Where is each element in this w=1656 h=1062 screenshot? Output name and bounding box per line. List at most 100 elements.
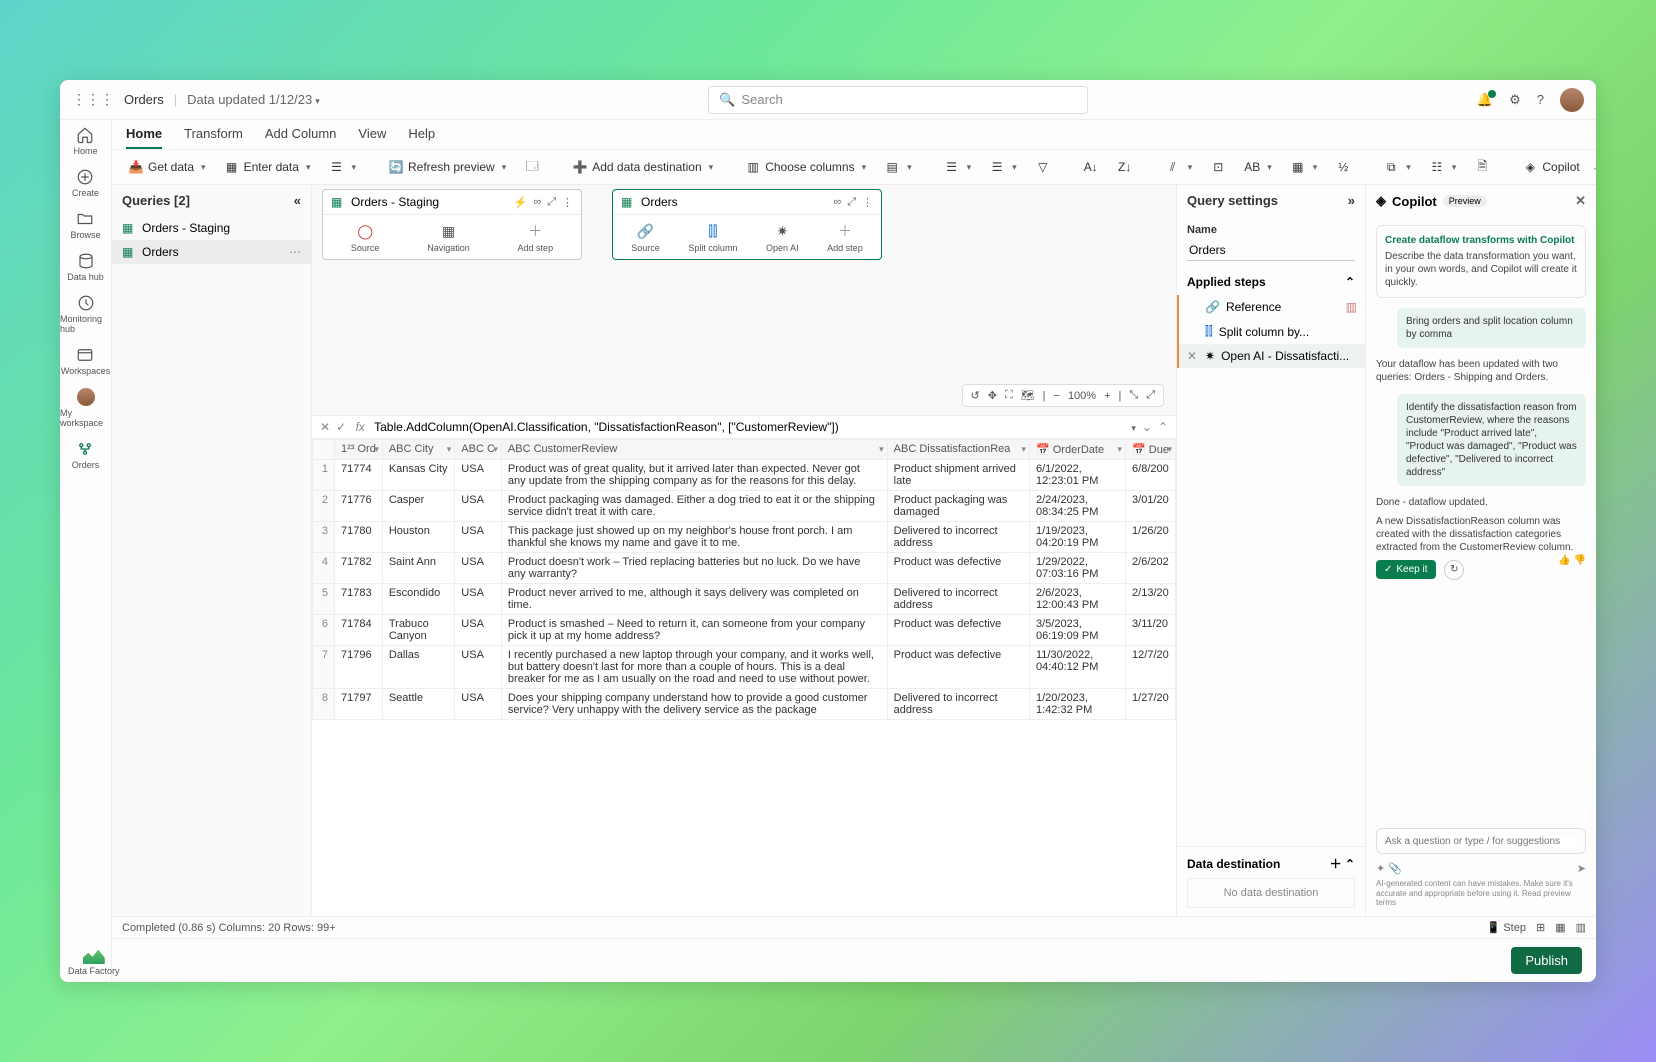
assistant-message-1: Your dataflow has been updated with two …: [1376, 358, 1586, 384]
expand-diagram-icon[interactable]: ⤢: [1146, 389, 1155, 402]
rail-monitoring[interactable]: Monitoring hub: [60, 294, 111, 334]
formula-bar: ✕ ✓ fx ⌄ ⌃: [312, 415, 1176, 439]
app-window: ⋮⋮⋮ Orders | Data updated 1/12/23 🔍 Sear…: [60, 80, 1596, 982]
copilot-input[interactable]: [1376, 828, 1586, 854]
search-input[interactable]: 🔍 Search: [708, 86, 1088, 114]
query-name-input[interactable]: [1187, 240, 1355, 261]
help-icon[interactable]: ?: [1537, 92, 1544, 107]
rail-home[interactable]: Home: [73, 126, 97, 156]
pan-icon[interactable]: ✥: [988, 389, 997, 402]
step-down-icon[interactable]: ⌄: [1142, 420, 1152, 434]
status-bar: Completed (0.86 s) Columns: 20 Rows: 99+…: [112, 916, 1596, 938]
rail-workspaces[interactable]: Workspaces: [61, 346, 110, 376]
diagram-box-orders-staging[interactable]: ▦Orders - Staging⚡∞⤢⋮ ◯Source ▦Navigatio…: [322, 189, 582, 260]
ribbon: 📥Get data ▦Enter data ☰ 🔄Refresh preview…: [112, 150, 1596, 185]
fit-icon[interactable]: ⛶: [1005, 389, 1013, 402]
use-first-row-button[interactable]: ▦: [1284, 156, 1324, 178]
cancel-formula-icon[interactable]: ✕: [320, 420, 330, 434]
refresh-preview-button[interactable]: 🔄Refresh preview: [382, 156, 512, 178]
keep-rows-button[interactable]: ☰: [938, 156, 978, 178]
tab-add-column[interactable]: Add Column: [265, 126, 337, 149]
collapse-queries-icon[interactable]: «: [294, 193, 301, 208]
collapse-steps-icon[interactable]: ⌃: [1345, 275, 1355, 289]
diagram-box-orders[interactable]: ▦Orders∞⤢⋮ 🔗Source ⫿⫿Split column ✷Open …: [612, 189, 882, 260]
tab-transform[interactable]: Transform: [184, 126, 243, 149]
step-up-icon[interactable]: ⌃: [1158, 420, 1168, 434]
zoom-in-icon[interactable]: +: [1104, 390, 1110, 402]
applied-step-openai[interactable]: ✕✷Open AI - Dissatisfacti...: [1177, 344, 1365, 368]
options-button[interactable]: ☰: [322, 156, 362, 178]
attach-icon[interactable]: 📎: [1388, 863, 1402, 875]
tab-view[interactable]: View: [358, 126, 386, 149]
rail-my-workspace[interactable]: My workspace: [60, 388, 111, 428]
avatar[interactable]: [1560, 88, 1584, 112]
delete-step-icon[interactable]: ✕: [1187, 349, 1199, 363]
applied-step-reference[interactable]: 🔗Reference▥: [1177, 295, 1365, 319]
copilot-button[interactable]: ◈Copilot: [1516, 156, 1585, 178]
reset-view-icon[interactable]: ↺: [971, 389, 980, 402]
queries-panel: Queries [2]« ▦Orders - Staging ▦Orders⋯: [112, 185, 312, 916]
regenerate-button[interactable]: ↻: [1444, 560, 1464, 580]
formula-input[interactable]: [374, 420, 1122, 434]
rail-data-hub[interactable]: Data hub: [67, 252, 104, 282]
copilot-hero-card: Create dataflow transforms with Copilot …: [1376, 225, 1586, 298]
manage-button[interactable]: 🗔: [518, 156, 546, 178]
remove-rows-button[interactable]: ☰: [983, 156, 1023, 178]
settings-icon[interactable]: ⚙: [1509, 92, 1521, 108]
schema-view-icon[interactable]: ▦: [1555, 921, 1565, 934]
get-data-button[interactable]: 📥Get data: [122, 156, 212, 178]
choose-columns-button[interactable]: ▥Choose columns: [739, 156, 872, 178]
add-data-destination-button[interactable]: ➕Add data destination: [566, 156, 719, 178]
data-updated-label[interactable]: Data updated 1/12/23: [187, 92, 320, 107]
sparkle-icon[interactable]: ✦: [1376, 863, 1385, 875]
map-icon[interactable]: 🗺: [1021, 389, 1035, 402]
data-view-icon[interactable]: ▥: [1576, 921, 1586, 934]
query-item-orders-staging[interactable]: ▦Orders - Staging: [112, 216, 311, 240]
filter-button[interactable]: ▽: [1029, 156, 1057, 178]
notifications-icon[interactable]: 🔔: [1477, 92, 1493, 108]
split-column-button[interactable]: ⫽: [1159, 156, 1199, 178]
merge-button[interactable]: ⧉: [1377, 156, 1417, 178]
rail-orders[interactable]: Orders: [72, 440, 100, 470]
publish-button[interactable]: Publish: [1511, 947, 1582, 974]
tab-home[interactable]: Home: [126, 126, 162, 149]
append-button[interactable]: ☷: [1423, 156, 1463, 178]
applied-step-split[interactable]: ⫿⫿Split column by...: [1177, 319, 1365, 344]
query-item-menu-icon[interactable]: ⋯: [289, 245, 301, 259]
editor-canvas: ▦Orders - Staging⚡∞⤢⋮ ◯Source ▦Navigatio…: [312, 185, 1176, 916]
rail-browse[interactable]: Browse: [70, 210, 100, 240]
replace-values-button[interactable]: ½: [1329, 156, 1357, 178]
query-item-orders[interactable]: ▦Orders⋯: [112, 240, 311, 264]
collapse-dest-icon[interactable]: ⌃: [1345, 857, 1355, 871]
enter-data-button[interactable]: ▦Enter data: [218, 156, 317, 178]
topbar: ⋮⋮⋮ Orders | Data updated 1/12/23 🔍 Sear…: [60, 80, 1596, 120]
fx-icon: fx: [352, 420, 368, 434]
close-copilot-icon[interactable]: ✕: [1575, 193, 1586, 209]
group-by-button[interactable]: ⊡: [1204, 156, 1232, 178]
diagram-view-icon[interactable]: ⊞: [1536, 921, 1545, 934]
tab-help[interactable]: Help: [408, 126, 435, 149]
ribbon-collapse-icon[interactable]: ⌄: [1592, 162, 1596, 173]
sort-asc-button[interactable]: A↓: [1077, 156, 1105, 178]
data-factory-logo[interactable]: Data Factory: [68, 948, 120, 976]
rail-create[interactable]: Create: [72, 168, 99, 198]
zoom-out-icon[interactable]: −: [1054, 390, 1060, 402]
zoom-toolbar[interactable]: ↺ ✥ ⛶ 🗺 | − 100% + | ⤡ ⤢: [962, 384, 1164, 407]
add-destination-icon[interactable]: ＋: [1330, 857, 1342, 871]
collapse-settings-icon[interactable]: »: [1348, 193, 1355, 208]
keep-it-button[interactable]: ✓ Keep it: [1376, 560, 1436, 579]
remove-columns-button[interactable]: ▤: [878, 156, 918, 178]
formula-expand-icon[interactable]: [1128, 420, 1136, 434]
data-factory-icon: [83, 948, 105, 964]
commit-formula-icon[interactable]: ✓: [336, 420, 346, 434]
send-icon[interactable]: ➤: [1577, 862, 1586, 875]
data-grid[interactable]: 1²³ Ord▾ABC City▾ABC C▾ABC CustomerRevie…: [312, 439, 1176, 916]
footer: Publish: [112, 938, 1596, 982]
combine-files-button[interactable]: 🗎: [1468, 156, 1496, 178]
user-message-1: Bring orders and split location column b…: [1397, 308, 1586, 348]
step-view-icon[interactable]: 📱 Step: [1487, 921, 1526, 934]
data-type-button[interactable]: AB: [1238, 156, 1278, 178]
app-launcher-icon[interactable]: ⋮⋮⋮: [72, 91, 114, 108]
sort-desc-button[interactable]: Z↓: [1111, 156, 1139, 178]
collapse-diagram-icon[interactable]: ⤡: [1129, 389, 1138, 402]
